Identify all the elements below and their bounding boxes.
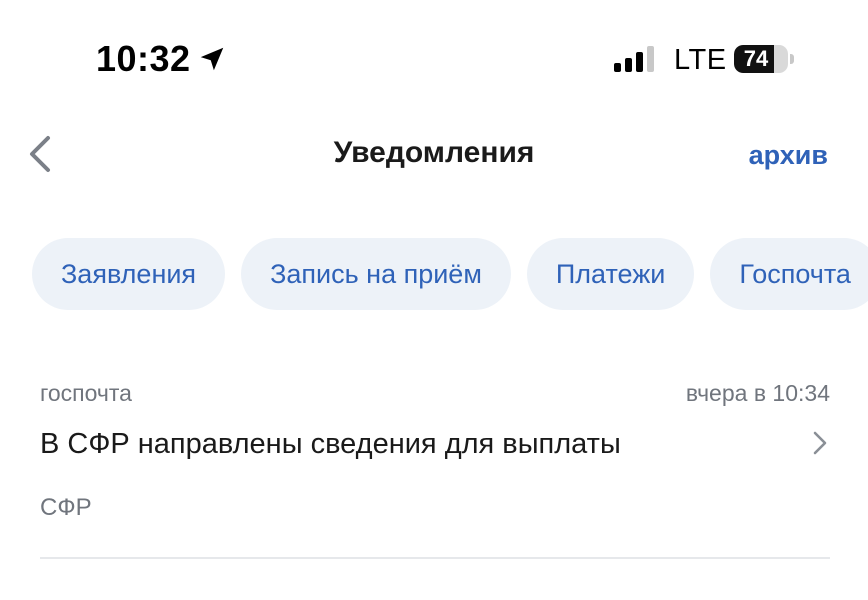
chip-payments[interactable]: Платежи — [526, 238, 695, 310]
status-time-group: 10:32 — [96, 38, 227, 80]
notification-item[interactable]: госпочта вчера в 10:34 В СФР направлены … — [40, 368, 830, 558]
chip-gosmail[interactable]: Госпочта — [710, 238, 868, 310]
notifications-screen: 10:32 LTE 74 Уведомления архив Заявления… — [0, 0, 868, 600]
battery-percentage: 74 — [743, 46, 769, 71]
status-bar: 10:32 LTE 74 — [0, 0, 868, 120]
cellular-signal-icon — [614, 46, 654, 72]
divider — [40, 557, 830, 559]
navigation-header: Уведомления архив — [0, 120, 868, 190]
archive-link[interactable]: архив — [749, 140, 828, 171]
notification-title: В СФР направлены сведения для выплаты — [40, 428, 621, 460]
page-title: Уведомления — [333, 136, 535, 169]
battery-icon: 74 — [734, 45, 788, 73]
notification-source: госпочта — [40, 380, 132, 406]
status-time: 10:32 — [96, 38, 191, 79]
notification-time: вчера в 10:34 — [685, 380, 830, 406]
chevron-right-icon — [813, 431, 827, 455]
network-type: LTE — [674, 44, 727, 76]
notification-organization: СФР — [40, 494, 92, 521]
chip-applications[interactable]: Заявления — [32, 238, 226, 310]
filter-chips: Заявления Запись на приём Платежи Госпоч… — [32, 238, 868, 310]
chip-appointments[interactable]: Запись на приём — [241, 238, 511, 310]
location-arrow-icon — [200, 47, 223, 71]
battery-cap — [790, 54, 794, 64]
